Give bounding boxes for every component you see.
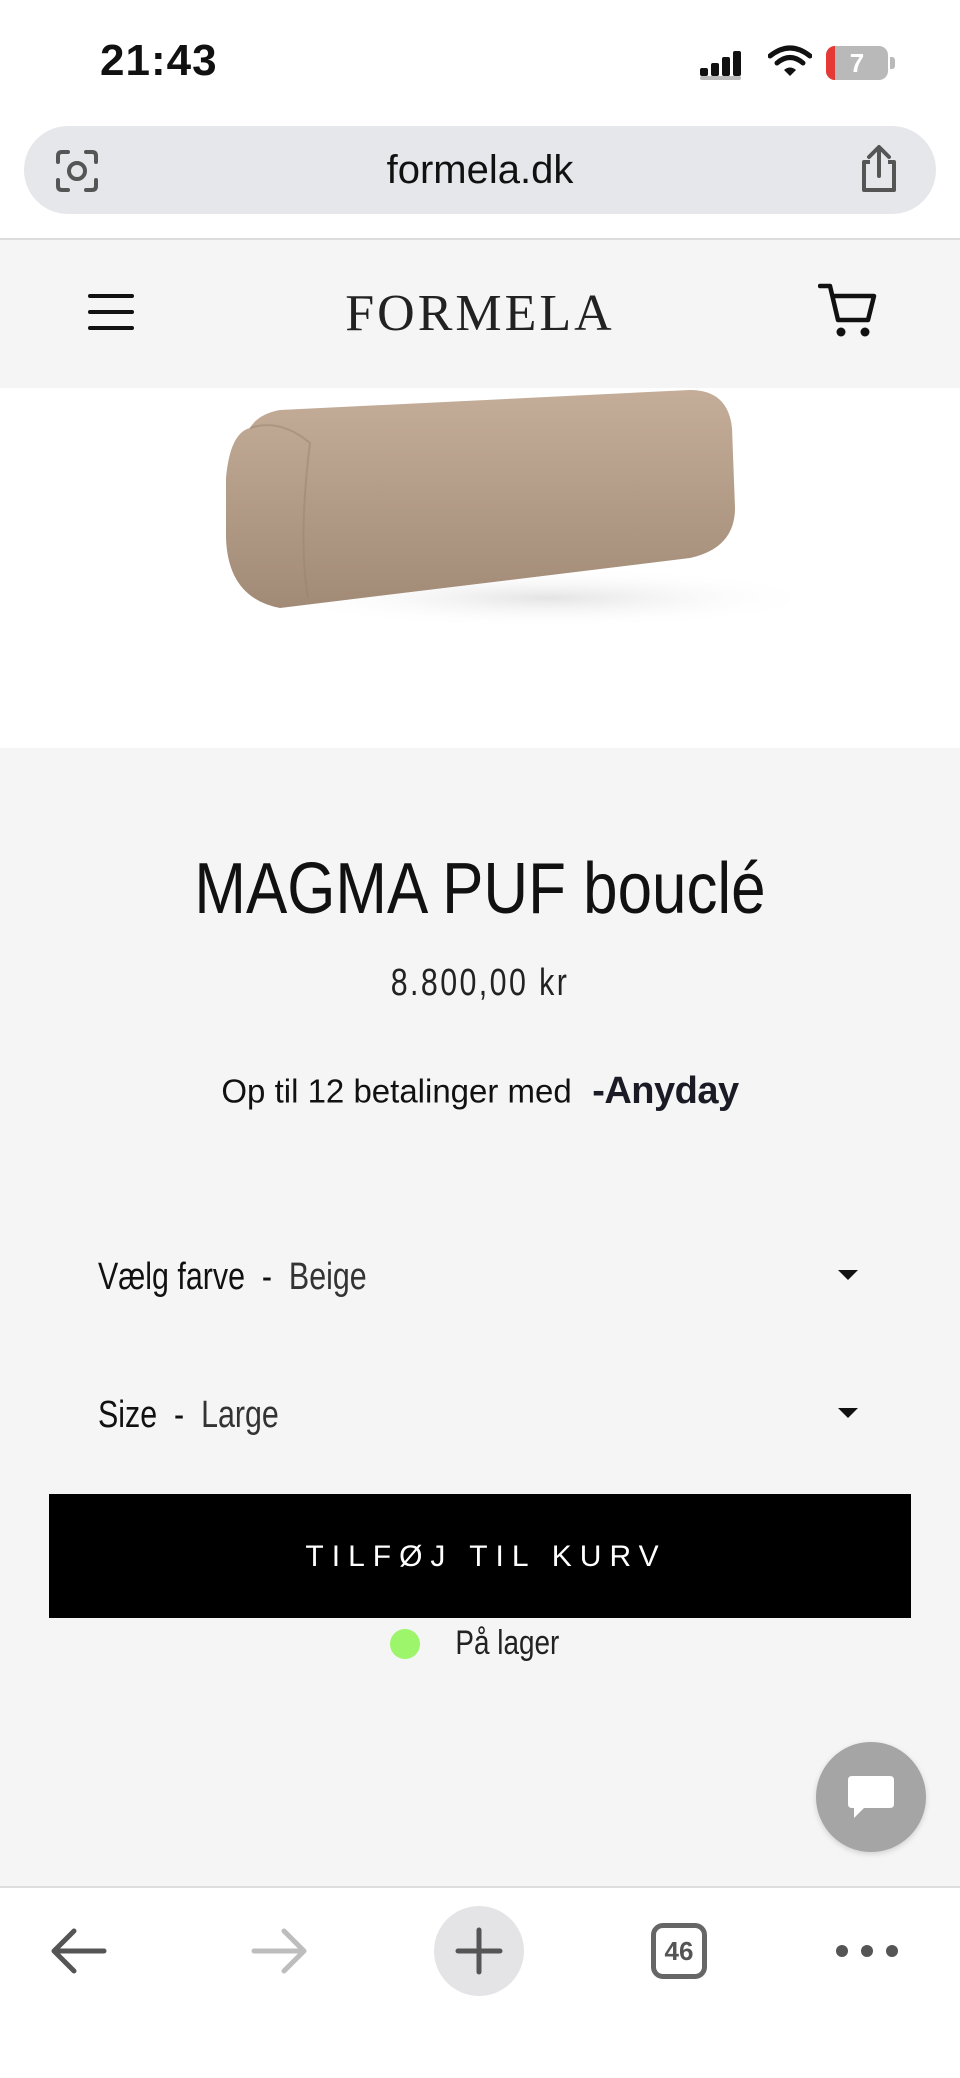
size-value: Large [201,1394,279,1436]
battery-level: 7 [849,48,865,78]
share-icon[interactable] [856,144,902,194]
color-value: Beige [288,1256,367,1298]
chat-button[interactable] [816,1742,926,1852]
chevron-down-icon[interactable] [838,1408,858,1418]
browser-toolbar: 46 [0,1886,960,2078]
status-bar: 21:43 7 [0,0,960,120]
menu-icon[interactable] [88,292,134,332]
tab-count: 46 [651,1923,707,1979]
url-text[interactable]: formela.dk [24,126,936,214]
size-label: Size [98,1394,158,1436]
color-select-label: Vælg farve - Beige [98,1256,367,1299]
stock-indicator-dot [389,1628,420,1659]
installments-banner[interactable]: Op til 12 betalinger med -Anyday [0,1070,960,1120]
chevron-down-icon[interactable] [838,1270,858,1280]
back-icon[interactable] [34,1906,124,1996]
site-logo[interactable]: FORMELA [300,284,660,344]
battery-icon: 7 [826,46,896,80]
product-info: MAGMA PUF bouclé 8.800,00 kr Op til 12 b… [0,748,960,1886]
product-title: MAGMA PUF bouclé [194,849,766,929]
chat-icon [848,1776,894,1818]
color-label: Vælg farve [98,1256,245,1298]
site-header: FORMELA [0,240,960,388]
tabs-button[interactable]: 46 [634,1906,724,1996]
installments-text: Op til 12 betalinger med [221,1072,572,1110]
size-select-label: Size - Large [98,1394,279,1437]
address-bar[interactable]: formela.dk [24,126,936,214]
color-separator: - [261,1256,273,1298]
plus-icon [455,1927,503,1975]
product-image [226,390,790,628]
stock-text: På lager [455,1624,559,1662]
cart-icon[interactable] [818,280,878,342]
size-select[interactable]: Size - Large [98,1386,858,1446]
size-separator: - [174,1394,185,1436]
status-time: 21:43 [100,36,218,85]
stock-status: På lager [0,1624,960,1674]
color-select[interactable]: Vælg farve - Beige [98,1248,858,1308]
product-price: 8.800,00 kr [390,962,570,1004]
wifi-icon [768,45,812,76]
add-to-cart-label: TILFØJ TIL KURV [305,1540,667,1573]
product-image-area[interactable] [0,388,960,748]
signal-icon [700,51,741,80]
new-tab-button[interactable] [434,1906,524,1996]
anyday-logo: -Anyday [592,1070,739,1112]
forward-icon[interactable] [234,1906,324,1996]
add-to-cart-button[interactable]: TILFØJ TIL KURV [49,1494,911,1618]
more-icon[interactable] [822,1906,912,1996]
